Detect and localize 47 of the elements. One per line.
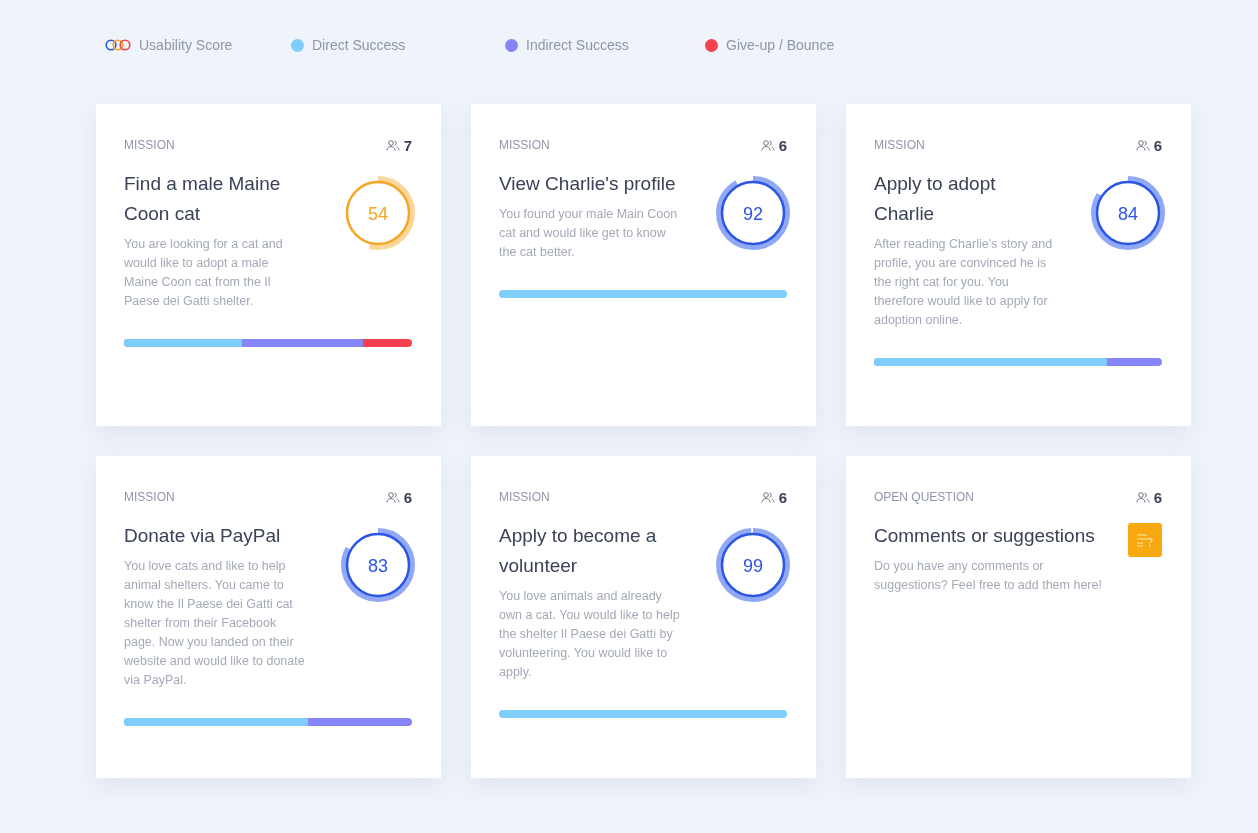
card-title: Find a male Maine Coon cat [124, 172, 282, 226]
participant-count: 6 [403, 488, 412, 506]
mission-card[interactable]: MISSION 6 Apply to adopt Charlie After reading Charlie's story and profile, you are convinced he is the right cat for you. You therefore would like to apply for adoption online. 84 [846, 104, 1191, 426]
mission-card[interactable]: MISSION 6 Apply to become a volunteer You love animals and already own a cat. You would like to help the shelter Il Paese dei Gatti by volunteering. You would like to apply. 99 [471, 456, 816, 778]
rings-icon [105, 39, 131, 51]
card-type-label: MISSION [874, 138, 925, 152]
card-title: Donate via PayPal [124, 524, 282, 548]
card-description: You love animals and already own a cat. You would like to help the shelter Il Paese dei Gatti by volunteering. You would like to apply. [499, 588, 681, 681]
score-value: 54 [368, 203, 388, 224]
card-description: Do you have any comments or suggestions? Feel free to add them here! [874, 558, 1103, 594]
participant-count: 7 [403, 136, 412, 154]
mission-card[interactable] [96, 456, 441, 778]
legend-label: Direct Success [312, 37, 406, 53]
score-value: 83 [368, 555, 388, 576]
users-icon [385, 491, 400, 503]
card-description: After reading Charlie's story and profile, you are convinced he is the right cat for you. You therefore would like to apply for adoption online. [874, 236, 1054, 329]
users-icon [760, 491, 775, 503]
card-type-label: OPEN QUESTION [874, 490, 974, 504]
score-value: 99 [743, 555, 763, 576]
card-title: View Charlie's profile [499, 172, 677, 196]
legend-label: Indirect Success [526, 37, 629, 53]
participant-count: 6 [1153, 488, 1162, 506]
participant-count: 6 [778, 488, 787, 506]
legend-label: Usability Score [139, 37, 233, 53]
users-icon [1135, 491, 1150, 503]
question-icon [1128, 523, 1162, 557]
legend-label: Give-up / Bounce [726, 37, 835, 53]
users-icon [1135, 139, 1150, 151]
participant-count: 6 [778, 136, 787, 154]
card-title: Apply to become a volunteer [499, 524, 658, 578]
mission-card[interactable]: MISSION 7 Find a male Maine Coon cat You are looking for a cat and would like to adopt a male Maine Coon cat from the Il Paese dei Gatti shelter. 54 [96, 104, 441, 426]
card-type-label: MISSION [124, 490, 175, 504]
score-value: 84 [1118, 203, 1138, 224]
users-icon [760, 139, 775, 151]
card-description: You are looking for a cat and would like to adopt a male Maine Coon cat from the Il Paese dei Gatti shelter. [124, 236, 284, 310]
card-type-label: MISSION [124, 138, 175, 152]
participant-count: 6 [1153, 136, 1162, 154]
mission-card[interactable]: MISSION 6 View Charlie's profile You found your male Main Coon cat and would like get to know the cat better. 92 [471, 104, 816, 426]
card-description: You found your male Main Coon cat and would like get to know the cat better. [499, 206, 679, 261]
users-icon [385, 139, 400, 151]
card-title: Comments or suggestions [874, 524, 1096, 548]
card-description: You love cats and like to help animal shelters. You came to know the Il Paese dei Gatti cat shelter from their Facebook page. Now you landed on their website and would like to donate via PayPal. [124, 558, 306, 689]
score-value: 92 [743, 203, 763, 224]
card-title: Apply to adopt Charlie [874, 172, 997, 226]
card-type-label: MISSION [499, 138, 550, 152]
card-type-label: MISSION [499, 490, 550, 504]
question-card[interactable]: OPEN QUESTION 6 Comments or suggestions Do you have any comments or suggestions? Feel free to add them here! [846, 456, 1191, 778]
